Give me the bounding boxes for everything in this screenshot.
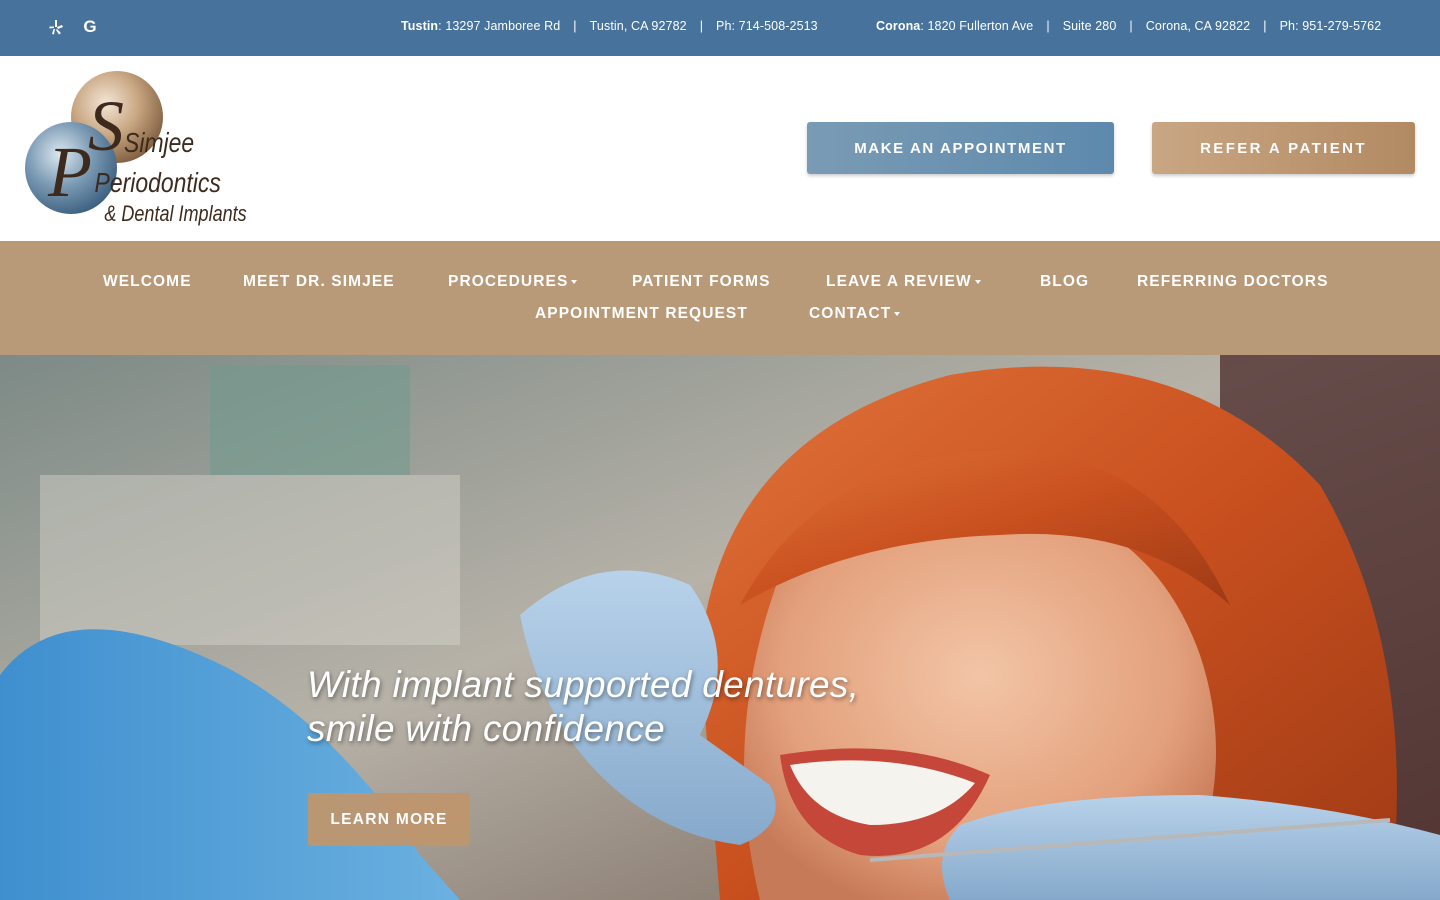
site-logo[interactable]: S P Simjee Periodontics & Dental Implant… bbox=[24, 70, 260, 228]
corona-phone[interactable]: Ph: 951-279-5762 bbox=[1280, 19, 1382, 33]
corona-suite: Suite 280 bbox=[1062, 19, 1117, 33]
separator: | bbox=[1046, 19, 1050, 33]
separator: | bbox=[1263, 19, 1267, 33]
main-navigation: WELCOME MEET DR. SIMJEE PROCEDURES PATIE… bbox=[0, 241, 1440, 355]
nav-label: MEET DR. SIMJEE bbox=[243, 273, 395, 290]
nav-label: BLOG bbox=[1040, 273, 1090, 290]
logo-name-line: Simjee bbox=[124, 128, 194, 159]
nav-label: WELCOME bbox=[103, 273, 192, 290]
nav-item-procedures[interactable]: PROCEDURES bbox=[448, 273, 578, 291]
nav-label: CONTACT bbox=[809, 305, 892, 322]
hero-title-line-2: smile with confidence bbox=[307, 708, 665, 749]
nav-item-welcome[interactable]: WELCOME bbox=[103, 273, 192, 291]
corona-address: Corona: 1820 Fullerton Ave | Suite 280 | Cor… bbox=[876, 19, 1381, 33]
logo-specialty-line: Periodontics bbox=[95, 168, 221, 199]
nav-item-leave-a-review[interactable]: LEAVE A REVIEW bbox=[826, 273, 981, 291]
nav-item-blog[interactable]: BLOG bbox=[1040, 273, 1089, 291]
nav-item-appointment-request[interactable]: APPOINTMENT REQUEST bbox=[535, 305, 748, 323]
google-icon[interactable]: G bbox=[80, 17, 100, 37]
tustin-city: Tustin, CA 92782 bbox=[589, 19, 687, 33]
nav-item-meet-dr-simjee[interactable]: MEET DR. SIMJEE bbox=[243, 273, 395, 291]
make-appointment-button[interactable]: MAKE AN APPOINTMENT bbox=[807, 122, 1114, 174]
separator: | bbox=[1129, 19, 1133, 33]
yelp-icon[interactable] bbox=[46, 17, 66, 37]
tustin-address: Tustin: 13297 Jamboree Rd | Tustin, CA 927… bbox=[401, 19, 818, 33]
nav-item-contact[interactable]: CONTACT bbox=[809, 305, 901, 323]
nav-item-referring-doctors[interactable]: REFERRING DOCTORS bbox=[1137, 273, 1329, 291]
site-header: S P Simjee Periodontics & Dental Implant… bbox=[0, 56, 1440, 241]
tustin-phone[interactable]: Ph: 714-508-2513 bbox=[716, 19, 818, 33]
logo-monogram-s: S bbox=[88, 86, 124, 166]
nav-label: REFERRING DOCTORS bbox=[1137, 273, 1329, 290]
nav-item-patient-forms[interactable]: PATIENT FORMS bbox=[632, 273, 771, 291]
top-info-bar: G Tustin: 13297 Jamboree Rd | Tustin, CA 9… bbox=[0, 0, 1440, 56]
corona-street: : 1820 Fullerton Ave bbox=[920, 19, 1034, 33]
tustin-label: Tustin bbox=[401, 19, 439, 33]
social-links: G bbox=[46, 17, 100, 37]
separator: | bbox=[699, 19, 704, 33]
nav-label: APPOINTMENT REQUEST bbox=[535, 305, 748, 322]
refer-patient-button[interactable]: REFER A PATIENT bbox=[1152, 122, 1415, 174]
yelp-icon-glyph bbox=[49, 19, 63, 34]
corona-label: Corona bbox=[876, 19, 921, 33]
hero-title: With implant supported dentures, smile w… bbox=[307, 663, 1007, 751]
hero-image bbox=[0, 355, 1440, 900]
nav-label: PROCEDURES bbox=[448, 273, 569, 290]
hero-banner: With implant supported dentures, smile w… bbox=[0, 355, 1440, 900]
logo-implants-line: & Dental Implants bbox=[104, 202, 246, 226]
chevron-down-icon bbox=[974, 279, 981, 284]
nav-label: LEAVE A REVIEW bbox=[826, 273, 972, 290]
tustin-street: : 13297 Jamboree Rd bbox=[438, 19, 561, 33]
hero-title-line-1: With implant supported dentures, bbox=[307, 664, 860, 705]
separator: | bbox=[573, 19, 577, 33]
chevron-down-icon bbox=[571, 279, 578, 284]
corona-city: Corona, CA 92822 bbox=[1145, 19, 1251, 33]
chevron-down-icon bbox=[894, 311, 901, 316]
learn-more-button[interactable]: LEARN MORE bbox=[308, 793, 470, 846]
nav-label: PATIENT FORMS bbox=[632, 273, 771, 290]
logo-monogram-p: P bbox=[47, 132, 92, 212]
